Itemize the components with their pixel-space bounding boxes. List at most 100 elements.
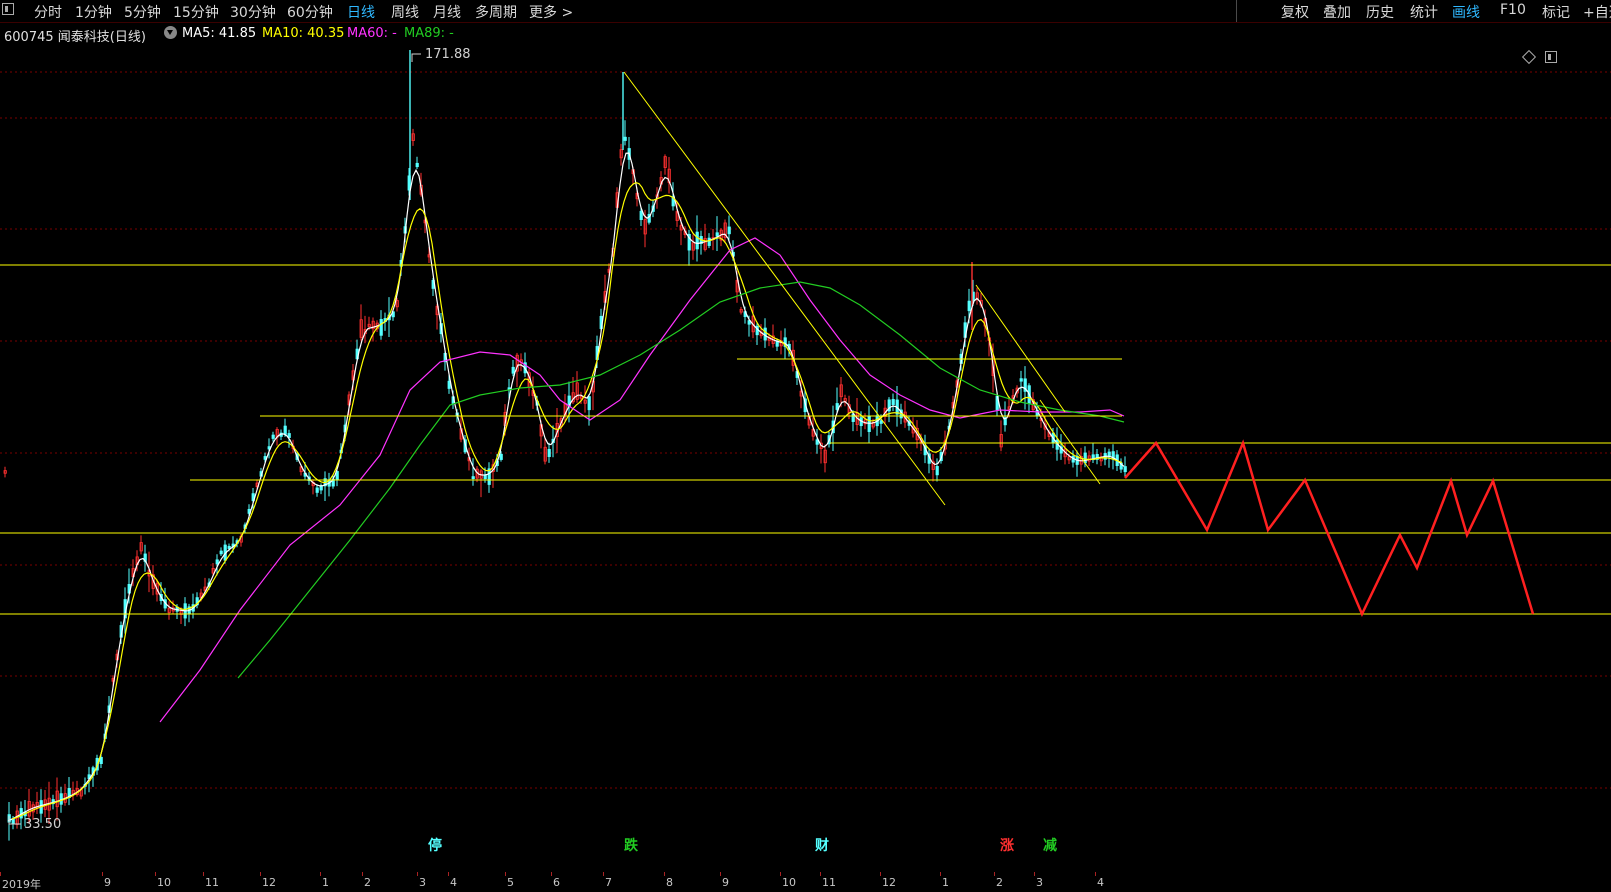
candle-body	[483, 474, 487, 480]
x-axis-tick-label: 10	[157, 876, 171, 889]
x-axis-tick-label: 2	[996, 876, 1003, 889]
period-tab-8[interactable]: 月线	[433, 2, 461, 22]
x-axis-tick	[448, 872, 449, 876]
x-axis-tick	[603, 872, 604, 876]
tool-tab-4[interactable]: 画线	[1452, 2, 1480, 22]
tool-tab-0[interactable]: 复权	[1281, 2, 1309, 22]
period-tab-9[interactable]: 多周期	[475, 2, 517, 22]
x-axis-tick	[720, 872, 721, 876]
x-axis-tick-label: 5	[507, 876, 514, 889]
candle-body	[215, 559, 219, 565]
candle-body	[547, 448, 551, 457]
low-price-label: 33.50	[24, 817, 61, 832]
period-toolbar: 分时 1分钟 5分钟 15分钟 30分钟 60分钟 日线 周线 月线 多周期 更多 > 复权 叠加 历史…	[0, 0, 1611, 23]
x-axis-tick-label: 6	[553, 876, 560, 889]
event-tag[interactable]: 跌	[624, 835, 638, 855]
candlestick-chart[interactable]: 171.88 33.50	[0, 44, 1611, 890]
candle-body	[1123, 466, 1127, 473]
x-axis-tick	[362, 872, 363, 876]
candle-body	[867, 415, 871, 432]
period-tab-2[interactable]: 5分钟	[124, 2, 161, 22]
event-tag[interactable]: 停	[428, 835, 442, 855]
event-tag[interactable]: 涨	[1000, 835, 1014, 855]
candle-body	[415, 162, 419, 168]
panel-toggle-icon[interactable]	[2, 3, 14, 15]
candle-body	[315, 487, 319, 493]
x-axis-tick	[551, 872, 552, 876]
candle-body	[727, 226, 731, 235]
x-axis-tick	[1095, 872, 1096, 876]
candle-body	[471, 476, 475, 480]
x-axis-tick	[320, 872, 321, 876]
candle-body	[227, 545, 231, 549]
x-axis-tick-label: 12	[882, 876, 896, 889]
ma89-value: MA89: -	[404, 26, 454, 41]
tool-tab-5[interactable]: F10	[1500, 2, 1526, 18]
candle-body	[935, 466, 939, 476]
tool-tab-2[interactable]: 历史	[1366, 2, 1394, 22]
event-tag[interactable]: 财	[815, 835, 829, 855]
x-axis-tick-label: 3	[1036, 876, 1043, 889]
x-axis-tick	[880, 872, 881, 876]
candle-body	[511, 366, 515, 374]
period-tab-4[interactable]: 30分钟	[230, 2, 276, 22]
x-axis-tick	[820, 872, 821, 876]
x-axis-tick	[1034, 872, 1035, 876]
ma10-value: MA10: 40.35	[262, 26, 345, 41]
candle-body	[763, 327, 767, 341]
candle-body	[623, 136, 627, 141]
x-axis-tick-label: 10	[782, 876, 796, 889]
candle-body	[639, 210, 643, 220]
period-tab-1[interactable]: 1分钟	[75, 2, 112, 22]
x-axis-tick	[994, 872, 995, 876]
x-axis-tick-label: 7	[605, 876, 612, 889]
x-axis-tick-label: 8	[666, 876, 673, 889]
x-axis-tick-label: 4	[1097, 876, 1104, 889]
x-axis-tick-label: 2	[364, 876, 371, 889]
period-tab-10[interactable]: 更多 >	[529, 2, 573, 22]
x-axis: 2019年 9 10 11 12 1 2 3 4 5 6 7 8 9 10 11 12 1 2 3 4	[0, 872, 1611, 891]
tool-tab-3[interactable]: 统计	[1410, 2, 1438, 22]
x-axis-tick-label: 12	[262, 876, 276, 889]
candle-body	[499, 453, 503, 460]
x-axis-tick-label: 4	[450, 876, 457, 889]
candle-body	[283, 425, 287, 435]
tool-tab-7[interactable]: +自选	[1583, 2, 1611, 22]
dropdown-arrow-icon[interactable]	[164, 26, 177, 39]
x-axis-tick-label: 1	[942, 876, 949, 889]
ma5-value: MA5: 41.85	[182, 26, 257, 41]
x-axis-tick-label: 9	[722, 876, 729, 889]
period-tab-0[interactable]: 分时	[34, 2, 62, 22]
period-tab-6[interactable]: 日线	[347, 2, 375, 22]
stock-symbol[interactable]: 600745 闻泰科技(日线)	[4, 26, 146, 45]
candle-body	[379, 318, 383, 336]
event-tag[interactable]: 减	[1043, 835, 1057, 855]
x-axis-tick-label: 11	[205, 876, 219, 889]
x-axis-tick	[0, 872, 1, 876]
candle-body	[891, 399, 895, 406]
x-axis-tick-label: 1	[322, 876, 329, 889]
candle-body	[271, 434, 275, 439]
period-tab-3[interactable]: 15分钟	[173, 2, 219, 22]
trend-line	[623, 71, 946, 506]
candle-body	[715, 232, 719, 237]
candle-body	[1019, 378, 1023, 382]
x-axis-tick	[102, 872, 103, 876]
candle-body	[967, 300, 971, 312]
x-axis-tick-label: 9	[104, 876, 111, 889]
tool-tab-6[interactable]: 标记	[1542, 2, 1570, 22]
candle-body	[879, 420, 883, 424]
indicator-info-bar: 600745 闻泰科技(日线) MA5: 41.85 MA10: 40.35 M…	[0, 24, 1611, 65]
period-tab-5[interactable]: 60分钟	[287, 2, 333, 22]
toolbar-divider	[1236, 0, 1237, 22]
x-axis-tick	[417, 872, 418, 876]
x-axis-tick	[260, 872, 261, 876]
projection-zigzag-line	[1124, 439, 1535, 618]
x-axis-tick	[664, 872, 665, 876]
candle-body	[695, 231, 699, 250]
candle-body	[587, 396, 591, 411]
x-axis-tick-label: 3	[419, 876, 426, 889]
period-tab-7[interactable]: 周线	[391, 2, 419, 22]
high-price-pointer	[411, 53, 421, 62]
tool-tab-1[interactable]: 叠加	[1323, 2, 1351, 22]
